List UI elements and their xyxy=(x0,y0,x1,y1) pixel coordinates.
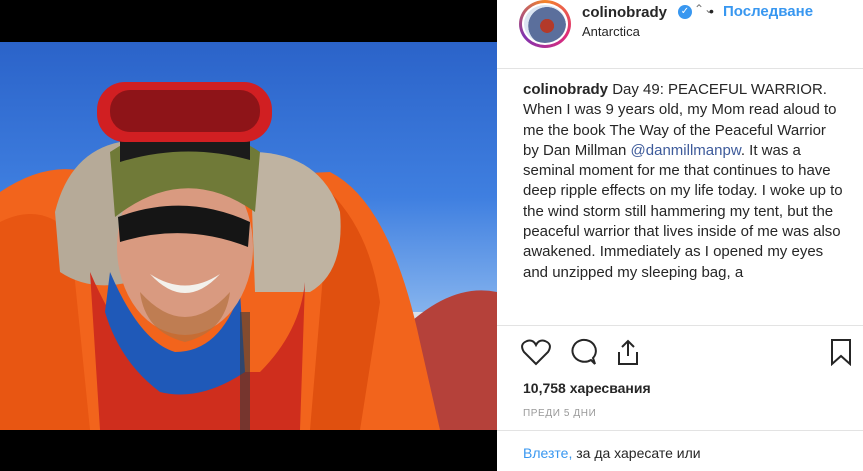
share-icon[interactable] xyxy=(613,338,643,371)
post-header: colinobrady ✓ ⌃⌄ • Последване Antarctica xyxy=(497,0,863,69)
avatar-image xyxy=(522,3,568,45)
login-prompt-text: за да харесате или xyxy=(572,445,701,461)
separator-dot: • xyxy=(709,3,714,19)
location-link[interactable]: Antarctica xyxy=(582,24,640,39)
caption-text-end: . It was a seminal moment for me that co… xyxy=(523,141,843,281)
bookmark-icon[interactable] xyxy=(829,338,853,371)
actions-divider xyxy=(497,325,863,326)
likes-count[interactable]: 10,758 харесвания xyxy=(523,380,651,396)
post-timestamp: ПРЕДИ 5 ДНИ xyxy=(523,408,597,419)
comment-icon[interactable] xyxy=(567,338,597,371)
login-divider xyxy=(497,430,863,431)
follow-button[interactable]: Последване xyxy=(723,3,813,20)
heart-icon[interactable] xyxy=(521,338,551,371)
login-prompt: Влезте, за да харесате или xyxy=(523,445,701,461)
post-sidebar: colinobrady ✓ ⌃⌄ • Последване Antarctica… xyxy=(497,0,863,471)
post-media-pane xyxy=(0,0,497,471)
selfie-photo-illustration xyxy=(0,82,497,430)
caption-username-link[interactable]: colinobrady xyxy=(523,81,608,98)
verified-badge-icon: ✓ xyxy=(678,5,692,19)
post-photo[interactable] xyxy=(0,42,497,430)
avatar[interactable] xyxy=(519,0,571,48)
login-link[interactable]: Влезте, xyxy=(523,445,572,461)
post-caption: colinobrady Day 49: PEACEFUL WARRIOR. Wh… xyxy=(523,80,843,318)
username-link[interactable]: colinobrady xyxy=(582,4,667,21)
caption-mention-link[interactable]: @danmillmanpw xyxy=(631,142,741,159)
